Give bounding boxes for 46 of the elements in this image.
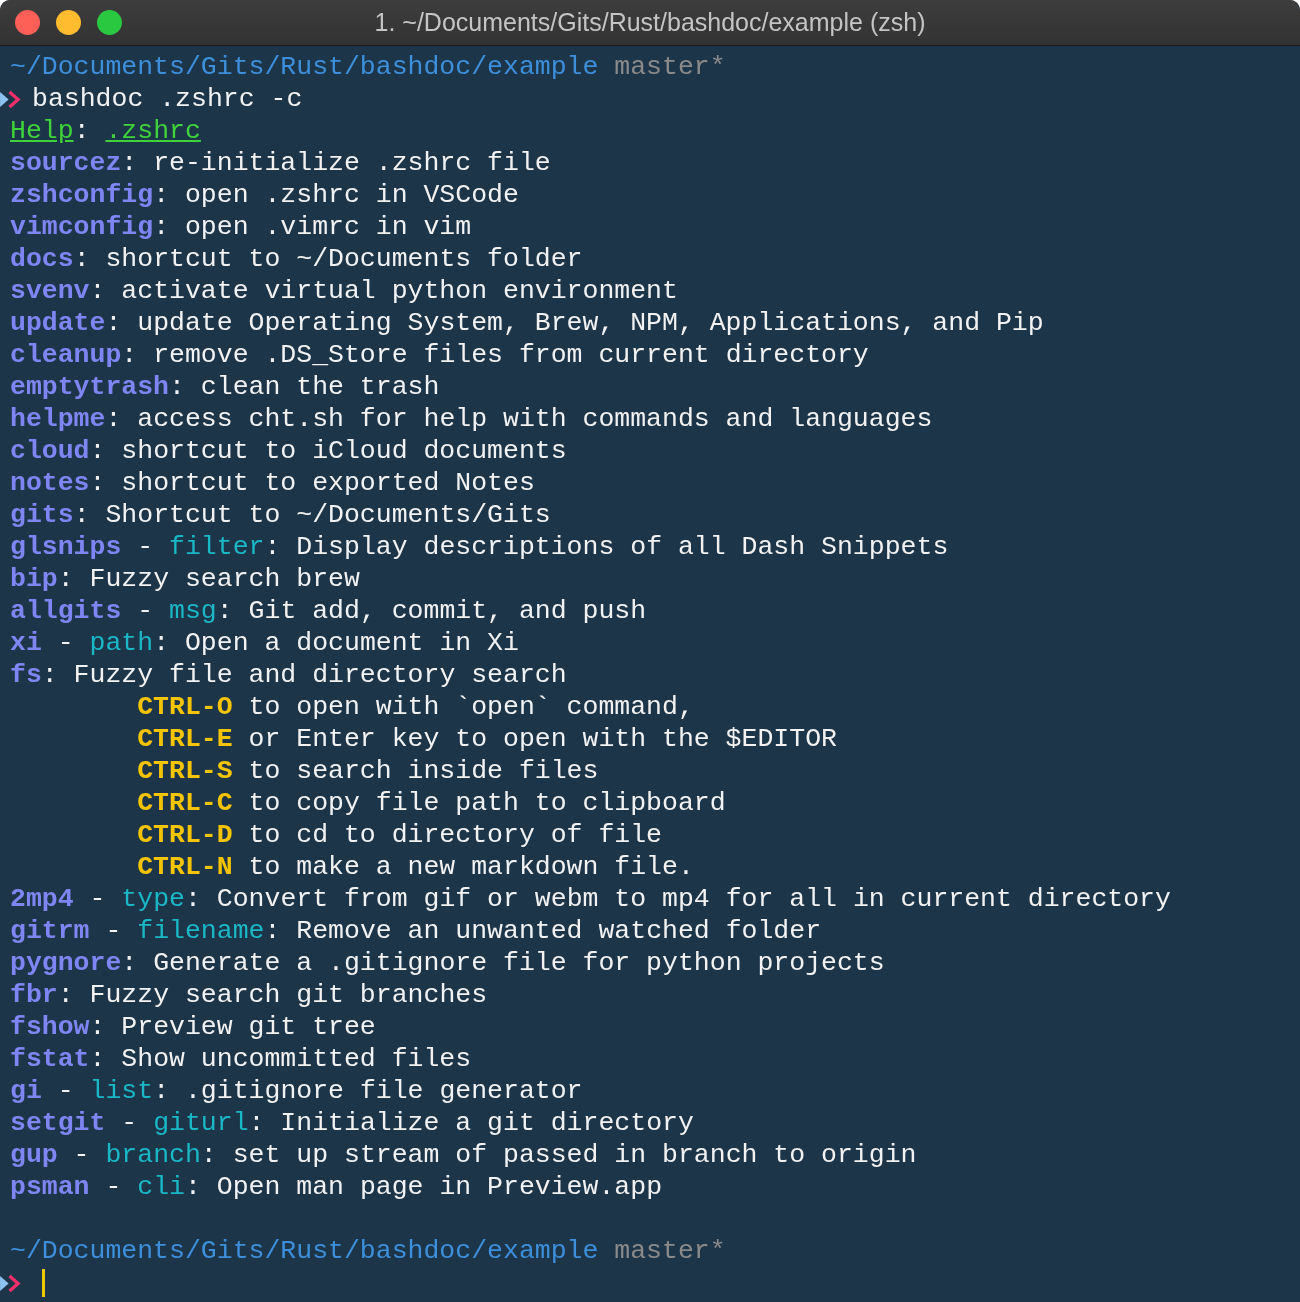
help-entry: psman - cli: Open man page in Preview.app	[10, 1171, 663, 1203]
help-entry: vimconfig: open .vimrc in vim	[10, 211, 472, 243]
help-entry: gits: Shortcut to ~/Documents/Gits	[10, 499, 551, 531]
help-entry: 2mp4 - type: Convert from gif or webm to mp4 for all in current directory	[10, 883, 1171, 915]
help-heading: Help: .zshrc	[10, 115, 201, 147]
help-entry: docs: shortcut to ~/Documents folder	[10, 243, 583, 275]
help-entry: bip: Fuzzy search brew	[10, 563, 360, 595]
command-text: bashdoc .zshrc -c	[32, 83, 303, 115]
zoom-button[interactable]	[97, 10, 122, 35]
git-branch: master*	[614, 1235, 726, 1267]
help-entry: glsnips - filter: Display descriptions of all Dash Snippets	[10, 531, 949, 563]
help-entry: notes: shortcut to exported Notes	[10, 467, 535, 499]
help-entry: update: update Operating System, Brew, NPM, Applications, and Pip	[10, 307, 1044, 339]
prompt-icon	[0, 1273, 21, 1293]
help-entry: sourcez: re-initialize .zshrc file	[10, 147, 551, 179]
prompt-path: ~/Documents/Gits/Rust/bashdoc/example	[10, 1235, 599, 1267]
help-entry: fshow: Preview git tree	[10, 1011, 376, 1043]
help-entry: emptytrash: clean the trash	[10, 371, 440, 403]
minimize-button[interactable]	[56, 10, 81, 35]
help-entry: gup - branch: set up stream of passed in branch to origin	[10, 1139, 917, 1171]
close-button[interactable]	[15, 10, 40, 35]
git-branch: master*	[614, 51, 726, 83]
help-entry: fbr: Fuzzy search git branches	[10, 979, 488, 1011]
help-entry: fstat: Show uncommitted files	[10, 1043, 472, 1075]
help-entry: pygnore: Generate a .gitignore file for python projects	[10, 947, 885, 979]
help-entry: xi - path: Open a document in Xi	[10, 627, 519, 659]
shortcut-line: CTRL-D to cd to directory of file	[137, 819, 662, 851]
help-entry: gi - list: .gitignore file generator	[10, 1075, 583, 1107]
help-entry: cloud: shortcut to iCloud documents	[10, 435, 567, 467]
shortcut-line: CTRL-O to open with `open` command,	[137, 691, 694, 723]
shortcut-line: CTRL-E or Enter key to open with the $EDITOR	[137, 723, 837, 755]
help-entry: setgit - giturl: Initialize a git directory	[10, 1107, 694, 1139]
help-entry: helpme: access cht.sh for help with commands and languages	[10, 403, 933, 435]
window-title: 1. ~/Documents/Gits/Rust/bashdoc/example (zsh)	[374, 8, 926, 37]
help-entry: allgits - msg: Git add, commit, and push	[10, 595, 647, 627]
help-entry: zshconfig: open .zshrc in VSCode	[10, 179, 519, 211]
text-cursor	[42, 1269, 45, 1297]
help-entry: fs: Fuzzy file and directory search	[10, 659, 567, 691]
shortcut-line: CTRL-C to copy file path to clipboard	[137, 787, 726, 819]
prompt-path: ~/Documents/Gits/Rust/bashdoc/example	[10, 51, 599, 83]
help-entry: gitrm - filename: Remove an unwanted watched folder	[10, 915, 822, 947]
help-entry: svenv: activate virtual python environment	[10, 275, 678, 307]
help-entry: cleanup: remove .DS_Store files from current directory	[10, 339, 869, 371]
prompt-icon	[0, 89, 21, 109]
shortcut-line: CTRL-N to make a new markdown file.	[137, 851, 694, 883]
shortcut-line: CTRL-S to search inside files	[137, 755, 599, 787]
